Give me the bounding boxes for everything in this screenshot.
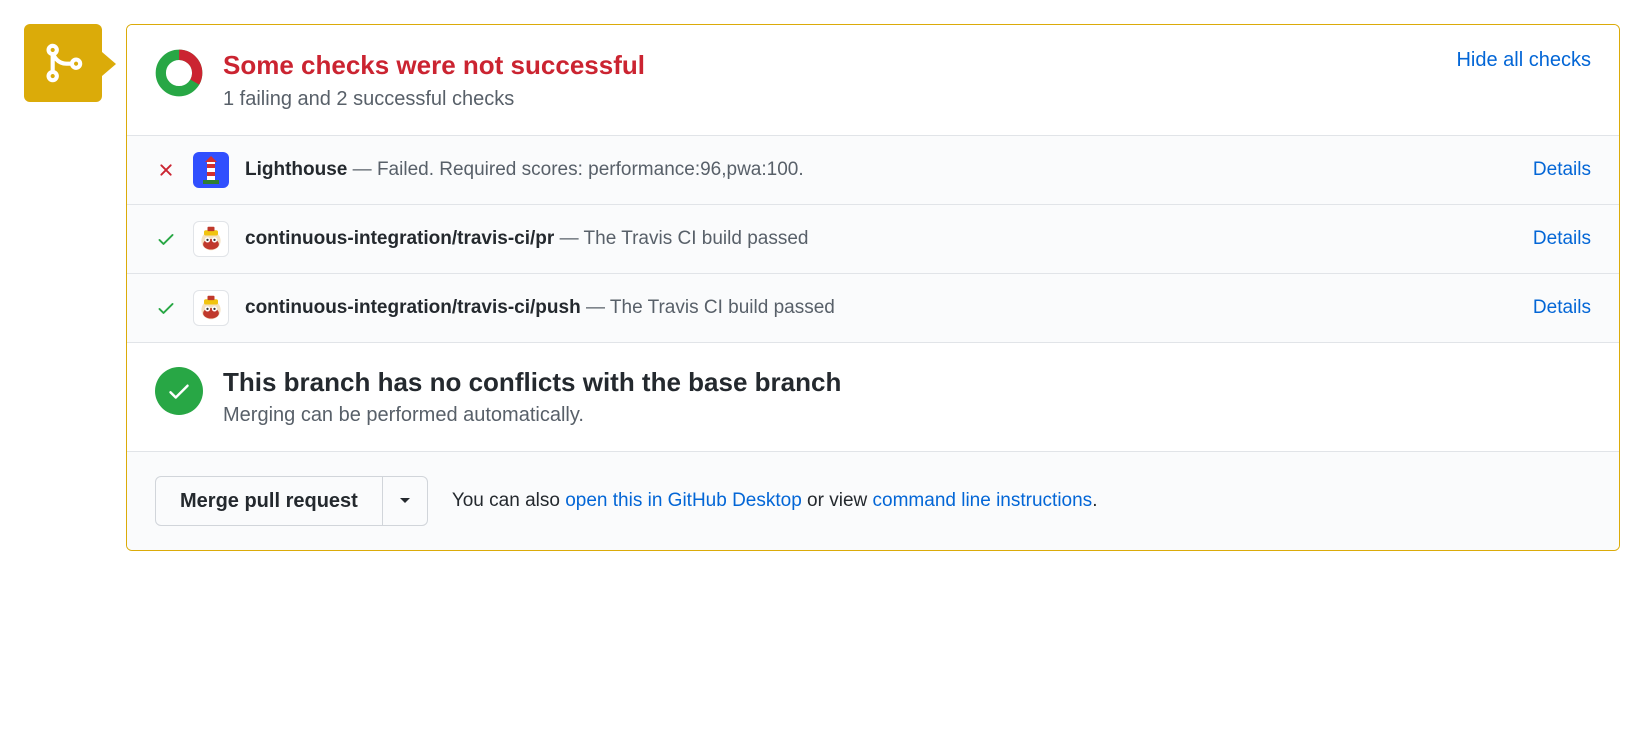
check-description: Lighthouse — Failed. Required scores: pe… — [245, 159, 1517, 181]
merge-pull-request-button[interactable]: Merge pull request — [155, 476, 383, 526]
pass-icon — [155, 229, 177, 249]
merge-alt-text: You can also open this in GitHub Desktop… — [452, 490, 1098, 512]
travis-app-icon — [193, 290, 229, 326]
check-description: continuous-integration/travis-ci/push — … — [245, 297, 1517, 319]
merge-actions-bar: Merge pull request You can also open thi… — [127, 451, 1619, 550]
checks-list: Lighthouse — Failed. Required scores: pe… — [127, 135, 1619, 342]
merge-status-section: This branch has no conflicts with the ba… — [127, 342, 1619, 451]
merge-status-title: This branch has no conflicts with the ba… — [223, 367, 841, 398]
hide-checks-link[interactable]: Hide all checks — [1456, 49, 1591, 72]
check-details-link[interactable]: Details — [1533, 297, 1591, 319]
merge-status-subtitle: Merging can be performed automatically. — [223, 404, 841, 427]
merge-branch-icon — [24, 24, 102, 102]
checks-summary-header: Some checks were not successful 1 failin… — [127, 25, 1619, 135]
travis-app-icon — [193, 221, 229, 257]
check-row: continuous-integration/travis-ci/push — … — [127, 274, 1619, 342]
cli-instructions-link[interactable]: command line instructions — [873, 490, 1093, 511]
pass-icon — [155, 298, 177, 318]
check-row: continuous-integration/travis-ci/pr — Th… — [127, 205, 1619, 274]
merge-panel: Some checks were not successful 1 failin… — [126, 24, 1620, 551]
check-row: Lighthouse — Failed. Required scores: pe… — [127, 136, 1619, 205]
check-details-link[interactable]: Details — [1533, 228, 1591, 250]
success-check-icon — [155, 367, 203, 415]
checks-status-subtitle: 1 failing and 2 successful checks — [223, 88, 1436, 111]
merge-options-dropdown[interactable] — [383, 476, 428, 526]
lighthouse-app-icon — [193, 152, 229, 188]
open-desktop-link[interactable]: open this in GitHub Desktop — [565, 490, 802, 511]
check-description: continuous-integration/travis-ci/pr — Th… — [245, 228, 1517, 250]
checks-status-title: Some checks were not successful — [223, 49, 1436, 82]
caret-down-icon — [399, 497, 411, 505]
check-details-link[interactable]: Details — [1533, 159, 1591, 181]
fail-icon — [155, 160, 177, 180]
status-donut-icon — [155, 49, 203, 97]
